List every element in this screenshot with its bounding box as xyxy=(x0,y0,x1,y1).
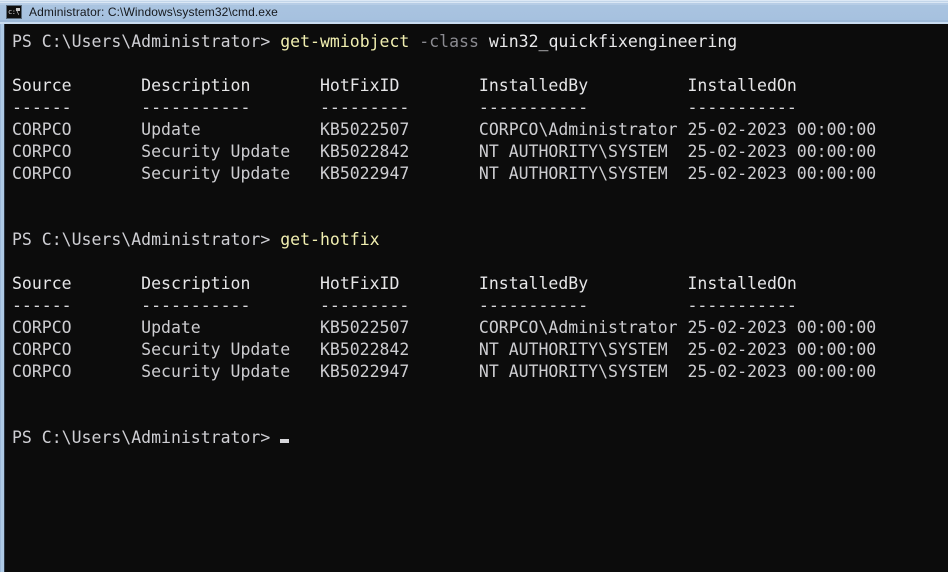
prompt-text: PS C:\Users\Administrator> xyxy=(12,428,281,447)
table-row: CORPCO Update KB5022507 CORPCO\Administr… xyxy=(12,120,877,139)
table-row: CORPCO Security Update KB5022947 NT AUTH… xyxy=(12,164,877,183)
cmd-console-window: Administrator: C:\Windows\system32\cmd.e… xyxy=(0,0,948,572)
table-header-row: Source Description HotFixID InstalledBy … xyxy=(12,274,797,293)
table-rule-row: ------ ----------- --------- -----------… xyxy=(12,296,797,315)
command-name: get-hotfix xyxy=(280,230,380,249)
text-cursor xyxy=(280,439,290,443)
cmd-console-icon xyxy=(6,5,22,19)
console-output-area[interactable]: PS C:\Users\Administrator> get-wmiobject… xyxy=(6,24,948,572)
prompt-text: PS C:\Users\Administrator> xyxy=(12,32,281,51)
command-parameter: -class xyxy=(419,32,489,51)
command-argument: win32_quickfixengineering xyxy=(488,32,738,51)
table-row: CORPCO Security Update KB5022842 NT AUTH… xyxy=(12,340,877,359)
window-client-area: PS C:\Users\Administrator> get-wmiobject… xyxy=(0,24,948,572)
command-line-1: PS C:\Users\Administrator> get-wmiobject… xyxy=(12,31,948,53)
table-row: CORPCO Update KB5022507 CORPCO\Administr… xyxy=(12,318,877,337)
command-name: get-wmiobject xyxy=(280,32,420,51)
table-rule-row: ------ ----------- --------- -----------… xyxy=(12,98,797,117)
window-titlebar[interactable]: Administrator: C:\Windows\system32\cmd.e… xyxy=(0,0,948,24)
table-header-row: Source Description HotFixID InstalledBy … xyxy=(12,76,797,95)
window-title: Administrator: C:\Windows\system32\cmd.e… xyxy=(29,5,278,19)
table-row: CORPCO Security Update KB5022842 NT AUTH… xyxy=(12,142,877,161)
prompt-text: PS C:\Users\Administrator> xyxy=(12,230,281,249)
active-prompt-line[interactable]: PS C:\Users\Administrator> xyxy=(12,427,948,449)
table-row: CORPCO Security Update KB5022947 NT AUTH… xyxy=(12,362,877,381)
command-line-2: PS C:\Users\Administrator> get-hotfix xyxy=(12,229,948,251)
